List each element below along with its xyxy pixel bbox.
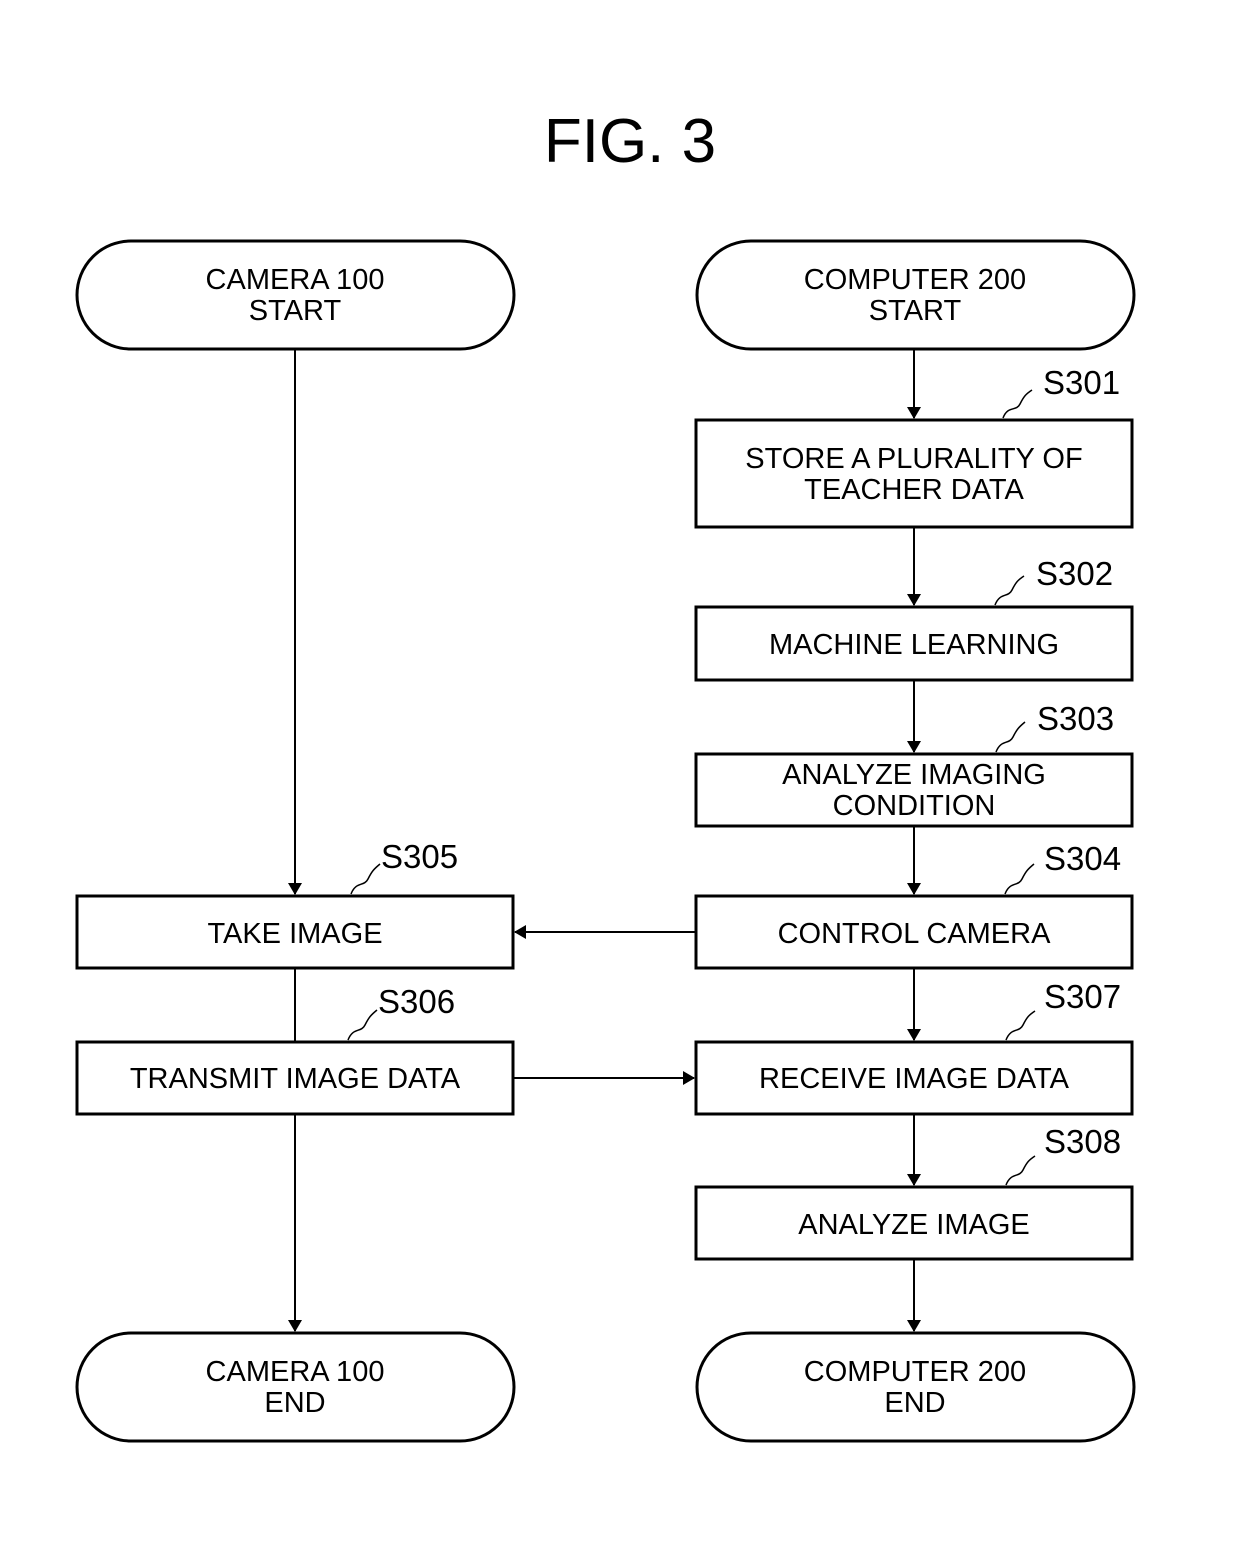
s307-line1: RECEIVE IMAGE DATA: [759, 1063, 1070, 1095]
figure-title: FIG. 3: [544, 107, 716, 176]
camera-end-terminator: CAMERA 100 END: [75, 1331, 516, 1443]
step-box-s307: RECEIVE IMAGE DATA: [694, 1040, 1134, 1116]
step-label-s302: S302: [994, 555, 1113, 606]
camera-start-line1: CAMERA 100: [206, 264, 385, 296]
s303-line1: ANALYZE IMAGING: [782, 759, 1046, 791]
camera-end-line2: END: [264, 1387, 325, 1419]
s305-line1: TAKE IMAGE: [207, 918, 382, 950]
leader-squiggle-s307: [1005, 1010, 1036, 1041]
camera-start-line2: START: [249, 295, 342, 327]
s307-id: S307: [1044, 978, 1121, 1015]
s305-id: S305: [381, 838, 458, 875]
computer-end-line1: COMPUTER 200: [804, 1356, 1026, 1388]
step-label-s306: S306: [347, 983, 455, 1041]
flowchart: FIG. 3 CAMERA 100 START COMPUTER 200 STA…: [75, 107, 1136, 1443]
s308-id: S308: [1044, 1123, 1121, 1160]
s302-id: S302: [1036, 555, 1113, 592]
leader-squiggle-s308: [1005, 1155, 1036, 1186]
camera-start-terminator: CAMERA 100 START: [75, 239, 516, 351]
s304-line1: CONTROL CAMERA: [778, 918, 1051, 950]
leader-squiggle-s301: [1002, 389, 1033, 419]
leader-squiggle-s303: [995, 721, 1026, 753]
step-box-s304: CONTROL CAMERA: [694, 894, 1134, 970]
s303-id: S303: [1037, 700, 1114, 737]
step-label-s304: S304: [1004, 840, 1121, 895]
step-label-s305: S305: [350, 838, 458, 895]
computer-start-line1: COMPUTER 200: [804, 264, 1026, 296]
computer-start-terminator: COMPUTER 200 START: [695, 239, 1136, 351]
step-box-s303: ANALYZE IMAGING CONDITION: [694, 752, 1134, 828]
s308-line1: ANALYZE IMAGE: [798, 1209, 1030, 1241]
computer-end-terminator: COMPUTER 200 END: [695, 1331, 1136, 1443]
step-label-s301: S301: [1002, 364, 1120, 419]
computer-start-line2: START: [869, 295, 962, 327]
computer-end-line2: END: [884, 1387, 945, 1419]
step-box-s305: TAKE IMAGE: [75, 894, 515, 970]
s302-line1: MACHINE LEARNING: [769, 629, 1059, 661]
s301-line2: TEACHER DATA: [804, 474, 1024, 506]
step-box-s306: TRANSMIT IMAGE DATA: [75, 1040, 515, 1116]
s303-line2: CONDITION: [833, 790, 996, 822]
leader-squiggle-s305: [350, 863, 381, 895]
s306-id: S306: [378, 983, 455, 1020]
leader-squiggle-s302: [994, 575, 1025, 606]
step-box-s302: MACHINE LEARNING: [694, 605, 1134, 682]
step-box-s301: STORE A PLURALITY OF TEACHER DATA: [694, 418, 1134, 529]
camera-end-line1: CAMERA 100: [206, 1356, 385, 1388]
s306-line1: TRANSMIT IMAGE DATA: [130, 1063, 461, 1095]
leader-squiggle-s306: [347, 1009, 378, 1041]
step-label-s308: S308: [1005, 1123, 1121, 1186]
step-label-s307: S307: [1005, 978, 1121, 1041]
s301-line1: STORE A PLURALITY OF: [745, 443, 1082, 475]
step-label-s303: S303: [995, 700, 1114, 753]
s304-id: S304: [1044, 840, 1121, 877]
s301-id: S301: [1043, 364, 1120, 401]
step-box-s308: ANALYZE IMAGE: [694, 1185, 1134, 1261]
leader-squiggle-s304: [1004, 863, 1035, 895]
